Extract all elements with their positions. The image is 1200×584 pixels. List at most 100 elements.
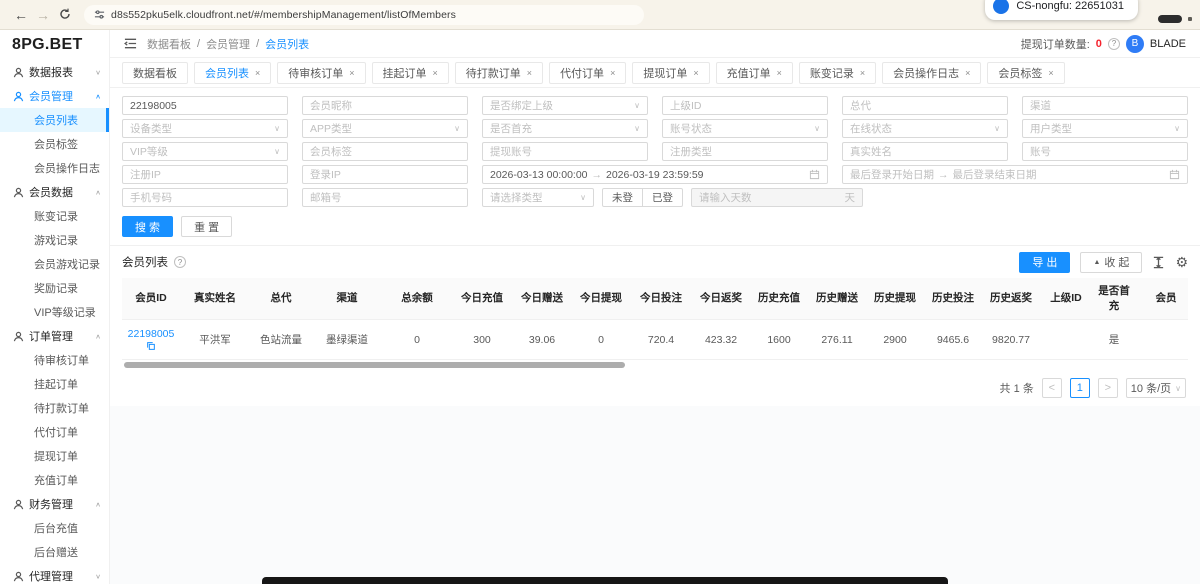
filter-input-register-ip[interactable]: 注册IP [122, 165, 288, 184]
profile-chip[interactable]: CS-nongfu: 22651031 [985, 0, 1138, 20]
close-icon[interactable]: × [527, 68, 532, 78]
tab-会员操作日志[interactable]: 会员操作日志× [882, 62, 981, 84]
sidebar-item-账变记录[interactable]: 账变记录 [0, 204, 109, 228]
sidebar-item-后台充值[interactable]: 后台充值 [0, 516, 109, 540]
tab-提现订单[interactable]: 提现订单× [632, 62, 709, 84]
row-height-icon[interactable] [1152, 256, 1165, 269]
sidebar-item-提现订单[interactable]: 提现订单 [0, 444, 109, 468]
filter-input-member-tag[interactable]: 会员标签 [302, 142, 468, 161]
toggle-button-未登[interactable]: 未登 [602, 188, 643, 207]
filter-daterange-register-date-range[interactable]: 2026-03-13 00:00:00→2026-03-19 23:59:59 [482, 165, 828, 184]
filter-select-online-status[interactable]: 在线状态∨ [842, 119, 1008, 138]
sidebar-item-代付订单[interactable]: 代付订单 [0, 420, 109, 444]
filter-select-device-type[interactable]: 设备类型∨ [122, 119, 288, 138]
filter-select-vip-level[interactable]: VIP等级∨ [122, 142, 288, 161]
filter-select-app-type[interactable]: APP类型∨ [302, 119, 468, 138]
filter-input-email[interactable]: 邮箱号 [302, 188, 468, 207]
sidebar-group-2[interactable]: 会员数据∧ [0, 180, 109, 204]
sidebar-item-游戏记录[interactable]: 游戏记录 [0, 228, 109, 252]
sidebar-item-挂起订单[interactable]: 挂起订单 [0, 372, 109, 396]
close-icon[interactable]: × [1048, 68, 1053, 78]
filter-input-register-type[interactable]: 注册类型 [662, 142, 828, 161]
pagination-next-button[interactable]: > [1098, 378, 1118, 398]
close-icon[interactable]: × [777, 68, 782, 78]
chevron-down-icon: ∨ [274, 147, 280, 156]
filter-select-account-status[interactable]: 账号状态∨ [662, 119, 828, 138]
sidebar-item-待审核订单[interactable]: 待审核订单 [0, 348, 109, 372]
horizontal-scrollbar[interactable] [122, 362, 1188, 368]
user-name[interactable]: BLADE [1150, 38, 1186, 50]
filter-daterange-last-login-range[interactable]: 最后登录开始日期→最后登录结束日期 [842, 165, 1188, 184]
menu-fold-icon[interactable] [124, 37, 137, 50]
chevron-down-icon: ∨ [634, 124, 640, 133]
tab-待审核订单[interactable]: 待审核订单× [277, 62, 365, 84]
tab-数据看板[interactable]: 数据看板 [122, 62, 188, 84]
collapse-button[interactable]: ▲收 起 [1080, 252, 1142, 273]
tab-代付订单[interactable]: 代付订单× [549, 62, 626, 84]
table-help-icon[interactable]: ? [174, 256, 186, 268]
close-icon[interactable]: × [965, 68, 970, 78]
sidebar-item-VIP等级记录[interactable]: VIP等级记录 [0, 300, 109, 324]
filter-select-type[interactable]: 请选择类型∨ [482, 188, 594, 207]
filter-input-member-nickname[interactable]: 会员昵称 [302, 96, 468, 115]
pagination-prev-button[interactable]: < [1042, 378, 1062, 398]
settings-gear-icon[interactable]: ⚙ [1175, 254, 1188, 271]
reset-button[interactable]: 重 置 [181, 216, 232, 237]
sidebar-group-1[interactable]: 会员管理∧ [0, 84, 109, 108]
sidebar-item-会员游戏记录[interactable]: 会员游戏记录 [0, 252, 109, 276]
table-cell: 1600 [750, 320, 808, 360]
breadcrumb-member-mgmt[interactable]: 会员管理 [206, 36, 250, 52]
sidebar-item-奖励记录[interactable]: 奖励记录 [0, 276, 109, 300]
filter-input-phone[interactable]: 手机号码 [122, 188, 288, 207]
sidebar-item-会员标签[interactable]: 会员标签 [0, 132, 109, 156]
export-button[interactable]: 导 出 [1019, 252, 1070, 273]
tab-账变记录[interactable]: 账变记录× [799, 62, 876, 84]
filter-input-account[interactable]: 账号 [1022, 142, 1188, 161]
tab-会员列表[interactable]: 会员列表× [194, 62, 271, 84]
sidebar-group-label: 订单管理 [29, 328, 90, 344]
filter-input-channel[interactable]: 渠道 [1022, 96, 1188, 115]
url-bar[interactable]: d8s552pku5elk.cloudfront.net/#/membershi… [84, 5, 644, 25]
filter-input-parent-id[interactable]: 上级ID [662, 96, 828, 115]
user-avatar[interactable]: B [1126, 35, 1144, 53]
sidebar-group-5[interactable]: 代理管理∨ [0, 564, 109, 584]
scrollbar-thumb[interactable] [124, 362, 625, 368]
browser-refresh-icon[interactable] [54, 7, 76, 23]
toggle-button-已登[interactable]: 已登 [643, 188, 683, 207]
close-icon[interactable]: × [610, 68, 615, 78]
sidebar-item-会员列表[interactable]: 会员列表 [0, 108, 109, 132]
close-icon[interactable]: × [860, 68, 865, 78]
page-size-select[interactable]: 10 条/页∨ [1126, 378, 1186, 398]
close-icon[interactable]: × [693, 68, 698, 78]
tab-充值订单[interactable]: 充值订单× [716, 62, 793, 84]
filter-input-member-id[interactable]: 22198005 [122, 96, 288, 115]
sidebar-item-后台赠送[interactable]: 后台赠送 [0, 540, 109, 564]
sidebar-item-会员操作日志[interactable]: 会员操作日志 [0, 156, 109, 180]
close-icon[interactable]: × [349, 68, 354, 78]
filter-input-login-ip[interactable]: 登录IP [302, 165, 468, 184]
sidebar-group-0[interactable]: 数据报表∨ [0, 60, 109, 84]
sidebar-item-充值订单[interactable]: 充值订单 [0, 468, 109, 492]
breadcrumb-dashboard[interactable]: 数据看板 [147, 36, 191, 52]
close-icon[interactable]: × [433, 68, 438, 78]
sidebar-group-3[interactable]: 订单管理∧ [0, 324, 109, 348]
close-icon[interactable]: × [255, 68, 260, 78]
pagination-page-1[interactable]: 1 [1070, 378, 1090, 398]
filter-input-general-agent[interactable]: 总代 [842, 96, 1008, 115]
filter-input-real-name[interactable]: 真实姓名 [842, 142, 1008, 161]
sidebar-item-待打款订单[interactable]: 待打款订单 [0, 396, 109, 420]
question-circle-icon[interactable]: ? [1108, 38, 1120, 50]
member-id-cell[interactable]: 22198005 [122, 320, 180, 360]
copy-icon[interactable] [146, 341, 156, 351]
tab-会员标签[interactable]: 会员标签× [987, 62, 1064, 84]
filter-select-bind-parent[interactable]: 是否绑定上级∨ [482, 96, 648, 115]
tab-挂起订单[interactable]: 挂起订单× [372, 62, 449, 84]
filter-select-first-deposit[interactable]: 是否首充∨ [482, 119, 648, 138]
sidebar-group-4[interactable]: 财务管理∧ [0, 492, 109, 516]
search-button[interactable]: 搜 索 [122, 216, 173, 237]
filter-select-user-type[interactable]: 用户类型∨ [1022, 119, 1188, 138]
browser-back-icon[interactable]: ← [10, 7, 32, 23]
filter-input-withdraw-account[interactable]: 提现账号 [482, 142, 648, 161]
browser-forward-icon[interactable]: → [32, 7, 54, 23]
tab-待打款订单[interactable]: 待打款订单× [455, 62, 543, 84]
